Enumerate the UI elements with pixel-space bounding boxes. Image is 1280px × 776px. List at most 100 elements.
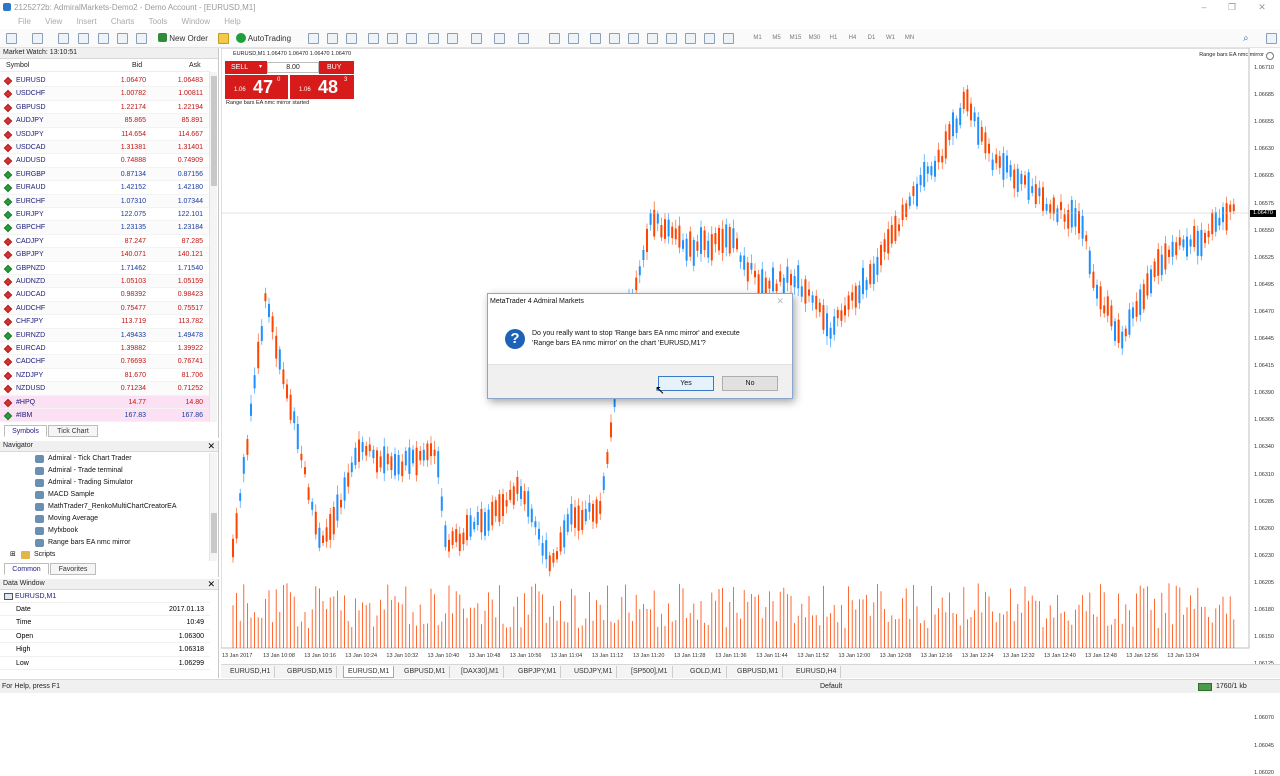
market-watch-row[interactable]: AUDUSD 0.74888 0.74909 xyxy=(0,154,210,168)
text-icon[interactable] xyxy=(685,33,696,44)
navigator-expert-item[interactable]: Admiral - Tick Chart Trader xyxy=(35,453,132,465)
sell-price-button[interactable]: 1.06 47 0 xyxy=(225,74,288,99)
lot-dropdown-icon[interactable]: ▾ xyxy=(259,63,262,70)
market-watch-row[interactable]: USDCHF 1.00782 1.00811 xyxy=(0,87,210,101)
arrows-icon[interactable] xyxy=(723,33,734,44)
market-watch-row[interactable]: CHFJPY 113.719 113.782 xyxy=(0,315,210,329)
chart-tab[interactable]: GBPUSD,M1 xyxy=(733,666,784,678)
chart-tab[interactable]: EURUSD,H1 xyxy=(226,666,276,678)
equidistant-channel-icon[interactable] xyxy=(647,33,658,44)
timeframe-h1[interactable]: H1 xyxy=(825,32,842,45)
navigator-expert-item[interactable]: Moving Average xyxy=(35,513,98,525)
navigator-expert-item[interactable]: MathTrader7_RenkoMultiChartCreatorEA xyxy=(35,501,177,513)
navigator-expert-item[interactable]: Range bars EA nmc mirror xyxy=(35,537,130,549)
market-watch-row[interactable]: GBPCHF 1.23135 1.23184 xyxy=(0,221,210,235)
candlestick-icon[interactable] xyxy=(327,33,338,44)
col-bid[interactable]: Bid xyxy=(132,60,142,72)
minimize-button[interactable]: – xyxy=(1190,0,1218,15)
tab-favorites[interactable]: Favorites xyxy=(50,563,96,575)
navigator-expert-item[interactable]: Admiral - Trading Simulator xyxy=(35,477,133,489)
terminal-icon[interactable] xyxy=(117,33,128,44)
indicators-icon[interactable] xyxy=(471,33,482,44)
tab-common[interactable]: Common xyxy=(4,563,49,575)
chart-tab[interactable]: GBPUSD,M15 xyxy=(283,666,338,678)
market-watch-row[interactable]: NZDUSD 0.71234 0.71252 xyxy=(0,382,210,396)
navigator-expert-item[interactable]: Admiral - Trade terminal xyxy=(35,465,123,477)
navigator-scripts[interactable]: ⊞ Scripts xyxy=(10,549,55,561)
vertical-line-icon[interactable] xyxy=(590,33,601,44)
market-watch-row[interactable]: CADCHF 0.76693 0.76741 xyxy=(0,355,210,369)
market-watch-row[interactable]: EURUSD 1.06470 1.06483 xyxy=(0,74,210,88)
market-watch-row[interactable]: AUDJPY 85.865 85.891 xyxy=(0,114,210,128)
data-window-icon[interactable] xyxy=(78,33,89,44)
chart-tab[interactable]: EURUSD,H4 xyxy=(792,666,842,678)
market-watch-scroll-thumb[interactable] xyxy=(211,76,217,186)
new-chart-icon[interactable] xyxy=(6,33,17,44)
profiles-icon[interactable] xyxy=(32,33,43,44)
bar-chart-icon[interactable] xyxy=(308,33,319,44)
timeframe-mn[interactable]: MN xyxy=(901,32,918,45)
dialog-close-icon[interactable]: ✕ xyxy=(776,296,784,307)
timeframe-d1[interactable]: D1 xyxy=(863,32,880,45)
col-ask[interactable]: Ask xyxy=(189,60,201,72)
market-watch-row[interactable]: GBPUSD 1.22174 1.22194 xyxy=(0,101,210,115)
timeframe-m30[interactable]: M30 xyxy=(806,32,823,45)
market-watch-row[interactable]: GBPJPY 140.071 140.121 xyxy=(0,248,210,262)
navigator-scrollbar[interactable] xyxy=(209,453,217,561)
menu-file[interactable]: File xyxy=(0,15,37,29)
menu-help[interactable]: Help xyxy=(218,15,246,29)
expand-icon[interactable]: ⊞ xyxy=(10,549,16,561)
market-watch-icon[interactable] xyxy=(58,33,69,44)
chart-tab[interactable]: [DAX30],M1 xyxy=(457,666,504,678)
search-icon[interactable]: ⌕ xyxy=(1243,31,1249,46)
navigator-expert-item[interactable]: Myfxbook xyxy=(35,525,78,537)
market-watch-row[interactable]: USDCAD 1.31381 1.31401 xyxy=(0,141,210,155)
market-watch-row[interactable]: EURAUD 1.42152 1.42180 xyxy=(0,181,210,195)
market-watch-row[interactable]: NZDJPY 81.670 81.706 xyxy=(0,369,210,383)
templates-icon[interactable] xyxy=(518,33,529,44)
chart-shift-icon[interactable] xyxy=(428,33,439,44)
menu-view[interactable]: View xyxy=(39,15,68,29)
navigator-icon[interactable] xyxy=(98,33,109,44)
navigator-close-icon[interactable]: ✕ xyxy=(207,441,215,451)
autoscroll-icon[interactable] xyxy=(447,33,458,44)
tile-windows-icon[interactable] xyxy=(406,33,417,44)
market-watch-row[interactable]: EURJPY 122.075 122.101 xyxy=(0,208,210,222)
timeframe-m5[interactable]: M5 xyxy=(768,32,785,45)
tab-tick-chart[interactable]: Tick Chart xyxy=(48,425,98,437)
new-order-button[interactable]: New Order xyxy=(158,31,208,46)
tester-icon[interactable] xyxy=(136,33,147,44)
chart-tab[interactable]: EURUSD,M1 xyxy=(343,666,395,678)
menu-tools[interactable]: Tools xyxy=(143,15,174,29)
zoom-in-icon[interactable] xyxy=(368,33,379,44)
timeframe-m15[interactable]: M15 xyxy=(787,32,804,45)
market-watch-row[interactable]: EURCHF 1.07310 1.07344 xyxy=(0,194,210,208)
market-watch-row[interactable]: GBPNZD 1.71462 1.71540 xyxy=(0,262,210,275)
menu-charts[interactable]: Charts xyxy=(105,15,141,29)
text-label-icon[interactable] xyxy=(704,33,715,44)
tab-symbols[interactable]: Symbols xyxy=(4,425,47,437)
lot-size-input[interactable]: 8.00 xyxy=(267,62,319,73)
autotrading-button[interactable]: AutoTrading xyxy=(236,31,291,46)
yes-button[interactable]: Yes xyxy=(658,376,714,391)
navigator-scroll-thumb[interactable] xyxy=(211,513,217,553)
menu-window[interactable]: Window xyxy=(176,15,216,29)
maximize-button[interactable]: ❐ xyxy=(1218,0,1246,15)
market-watch-row[interactable]: EURNZD 1.49433 1.49478 xyxy=(0,328,210,342)
market-watch-row[interactable]: USDJPY 114.654 114.667 xyxy=(0,128,210,141)
chart-tab[interactable]: GBPJPY,M1 xyxy=(514,666,562,678)
timeframe-h4[interactable]: H4 xyxy=(844,32,861,45)
market-watch-row[interactable]: EURCAD 1.39882 1.39922 xyxy=(0,342,210,356)
chart-tab[interactable]: GBPUSD,M1 xyxy=(400,666,451,678)
buy-price-button[interactable]: 1.06 48 3 xyxy=(290,74,354,99)
buy-button[interactable]: BUY xyxy=(319,61,354,74)
chat-icon[interactable] xyxy=(1266,33,1277,44)
cursor-icon[interactable] xyxy=(549,33,560,44)
chart-tab[interactable]: GOLD,M1 xyxy=(686,666,727,678)
market-watch-row[interactable]: AUDNZD 1.05103 1.05159 xyxy=(0,275,210,289)
close-button[interactable]: ✕ xyxy=(1248,0,1276,15)
timeframe-w1[interactable]: W1 xyxy=(882,32,899,45)
market-watch-row[interactable]: AUDCAD 0.98392 0.98423 xyxy=(0,288,210,302)
no-button[interactable]: No xyxy=(722,376,778,391)
market-watch-scrollbar[interactable] xyxy=(209,72,217,422)
